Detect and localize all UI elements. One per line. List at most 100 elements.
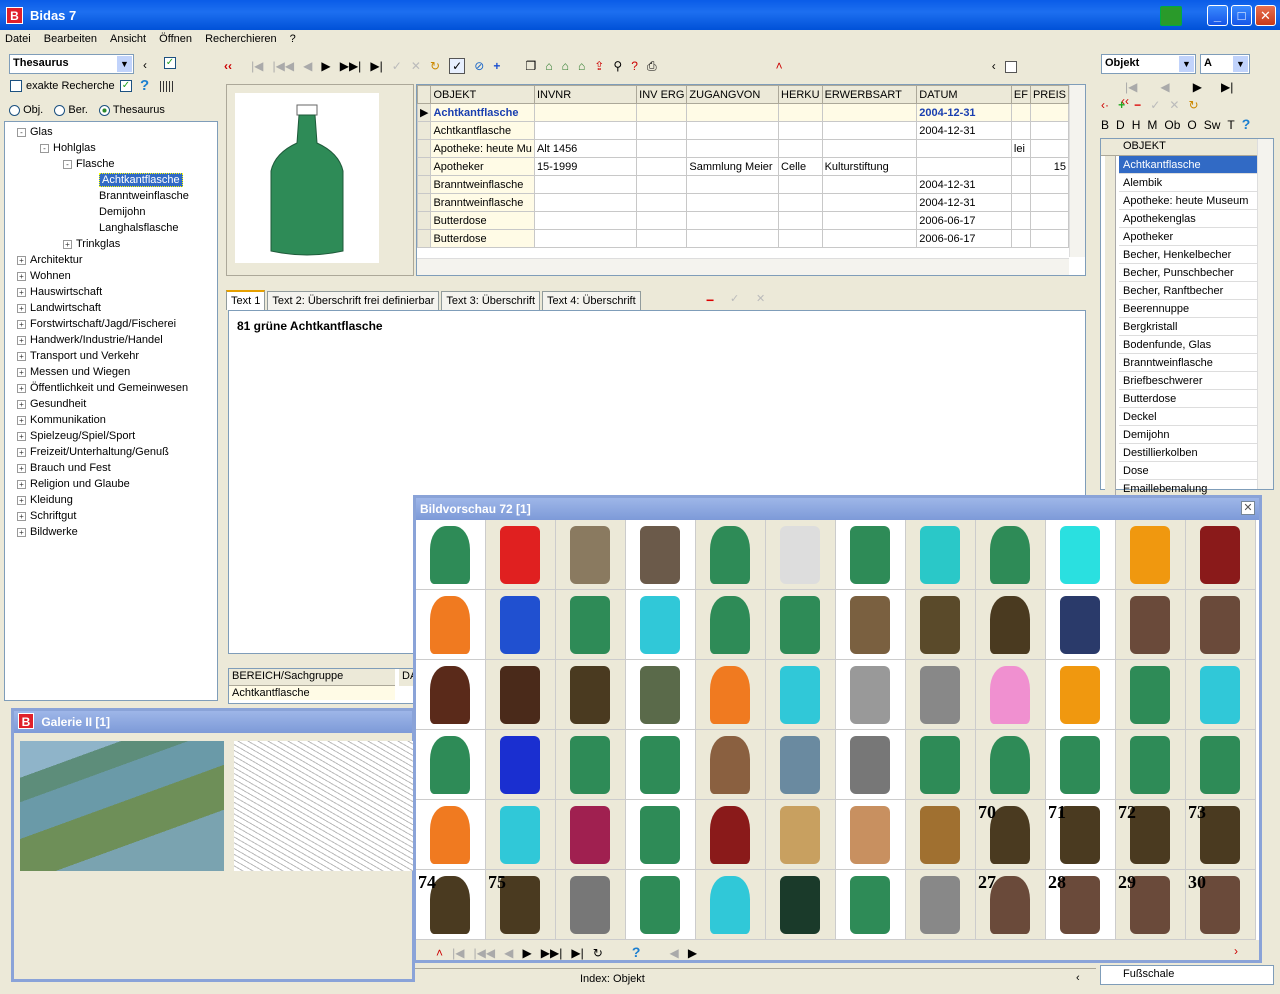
tree-node[interactable]: + Kommunikation [5, 412, 217, 428]
thumbnail[interactable] [486, 520, 556, 590]
house-icon[interactable]: ⌂ [545, 59, 552, 73]
tree-node[interactable]: + Handwerk/Industrie/Handel [5, 332, 217, 348]
thumbnail[interactable] [1116, 520, 1186, 590]
grid-cell[interactable] [1029, 103, 1070, 122]
preview-last-icon[interactable]: ▶| [571, 946, 583, 960]
right-list-header[interactable]: OBJEKT [1101, 139, 1273, 156]
list-item[interactable]: Achtkantflasche [1105, 156, 1257, 174]
grid-cell[interactable] [916, 139, 1012, 158]
thumbnail[interactable] [486, 800, 556, 870]
expand-icon[interactable]: + [17, 400, 26, 409]
tree-node[interactable]: + Bildwerke [5, 524, 217, 540]
right-add-icon[interactable]: + [1118, 98, 1125, 112]
index-letter-d[interactable]: D [1116, 118, 1125, 132]
grid-cell[interactable]: lei [1010, 139, 1031, 158]
tree-node[interactable]: + Religion und Glaube [5, 476, 217, 492]
thumbnail[interactable]: 74 [416, 870, 486, 940]
tree-node[interactable]: + Trinkglas [5, 236, 217, 252]
right-first-icon[interactable]: |◀ [1125, 80, 1137, 94]
right-next-icon[interactable]: ▶ [1193, 80, 1202, 94]
tree-node[interactable]: + Spielzeug/Spiel/Sport [5, 428, 217, 444]
preview-back-icon[interactable]: ◀ [670, 946, 679, 960]
tree-node[interactable]: + Architektur [5, 252, 217, 268]
table-row[interactable]: Butterdose 2006-06-17 [417, 229, 1070, 248]
grid-cell[interactable]: 2004-12-31 [916, 193, 1012, 212]
close-button[interactable]: ✕ [1255, 5, 1276, 26]
grid-cell[interactable] [821, 193, 918, 212]
list-item[interactable]: Apotheker [1105, 228, 1257, 246]
grid-cell[interactable] [636, 103, 688, 122]
record-image[interactable] [235, 93, 379, 263]
table-row[interactable]: Branntweinflasche 2004-12-31 [417, 193, 1070, 212]
grid-cell[interactable] [686, 193, 780, 212]
expand-icon[interactable]: + [17, 272, 26, 281]
tab-cancel-icon[interactable]: ✕ [756, 292, 765, 305]
right-last-icon[interactable]: ▶| [1221, 80, 1233, 94]
grid-cell[interactable]: Butterdose [430, 229, 535, 248]
tree-node[interactable]: Branntweinflasche [5, 188, 217, 204]
expand-icon[interactable]: + [17, 464, 26, 473]
grid-cell[interactable]: Branntweinflasche [430, 175, 535, 194]
radio-obj[interactable] [9, 104, 20, 116]
menu-recherchieren[interactable]: Recherchieren [200, 30, 282, 45]
list-item[interactable]: Beerennuppe [1105, 300, 1257, 318]
grid-cell[interactable] [821, 175, 918, 194]
grid-cell[interactable] [1029, 121, 1070, 140]
right-undo-icon[interactable]: ‹· [1101, 98, 1109, 112]
prev-record-icon[interactable]: ◀ [303, 59, 312, 73]
grid-column-header[interactable]: PREIS [1029, 85, 1070, 104]
thumbnail[interactable] [696, 590, 766, 660]
grid-cell[interactable] [533, 121, 638, 140]
preview-first-icon[interactable]: |◀ [452, 946, 464, 960]
expand-icon[interactable]: + [17, 336, 26, 345]
grid-cell[interactable] [778, 193, 823, 212]
grid-cell[interactable] [1010, 103, 1031, 122]
grid-cell[interactable] [686, 139, 780, 158]
thumbnail[interactable] [976, 730, 1046, 800]
menu-oeffnen[interactable]: Öffnen [154, 30, 197, 45]
object-list[interactable]: Achtkantflasche Alembik Apotheke: heute Mu… [1105, 156, 1257, 498]
thumbnail[interactable] [836, 800, 906, 870]
house2-icon[interactable]: ⌂ [562, 59, 569, 73]
maximize-button[interactable]: □ [1231, 5, 1252, 26]
right-check-icon[interactable]: ✓ [1150, 98, 1160, 112]
tree-node[interactable]: + Gesundheit [5, 396, 217, 412]
grid-cell[interactable] [1010, 211, 1031, 230]
grid-cell[interactable] [533, 229, 638, 248]
grid-cell[interactable]: 15 [1029, 157, 1070, 176]
grid-cell[interactable] [1029, 175, 1070, 194]
grid-cell[interactable]: Achtkantflasche [430, 103, 535, 122]
list-item[interactable]: Bergkristall [1105, 318, 1257, 336]
thumbnail[interactable]: 71 [1046, 800, 1116, 870]
right-refresh-icon[interactable]: ↻ [1188, 98, 1198, 112]
tab-text-1[interactable]: Text 1 [226, 290, 266, 310]
collapse-icon[interactable]: - [17, 128, 26, 137]
thumbnail[interactable] [626, 800, 696, 870]
expand-icon[interactable]: + [17, 528, 26, 537]
index-letter-m[interactable]: M [1147, 118, 1157, 132]
thumbnail[interactable] [486, 660, 556, 730]
thumbnail[interactable] [836, 730, 906, 800]
thumbnail[interactable] [1186, 730, 1256, 800]
tree-node[interactable]: + Landwirtschaft [5, 300, 217, 316]
expand-icon[interactable]: + [17, 288, 26, 297]
thumbnail[interactable] [766, 660, 836, 730]
bildvorschau-close-icon[interactable]: ✕ [1241, 501, 1255, 515]
check-edit-icon[interactable]: ✓ [449, 58, 466, 74]
export-icon[interactable]: ⇪ [594, 59, 604, 73]
tree-node[interactable]: Demijohn [5, 204, 217, 220]
grid-column-header[interactable]: ERWERBSART [821, 85, 918, 104]
thumbnail[interactable] [556, 870, 626, 940]
list-item[interactable]: Bodenfunde, Glas [1105, 336, 1257, 354]
thumbnail[interactable] [1046, 590, 1116, 660]
bereich-table[interactable]: BEREICH/Sachgruppe DA Achtkantflasche [228, 668, 421, 704]
galerie-image-2[interactable] [234, 741, 414, 871]
grid-column-header[interactable]: INVNR [533, 85, 638, 104]
grid-cell[interactable] [686, 211, 780, 230]
grid-cell[interactable]: 2004-12-31 [916, 121, 1012, 140]
grid-cell[interactable]: Butterdose [430, 211, 535, 230]
grid-cell[interactable] [686, 229, 780, 248]
refresh-icon[interactable]: ↻ [430, 59, 440, 73]
tree-node[interactable]: + Messen und Wiegen [5, 364, 217, 380]
menu-bearbeiten[interactable]: Bearbeiten [39, 30, 102, 45]
